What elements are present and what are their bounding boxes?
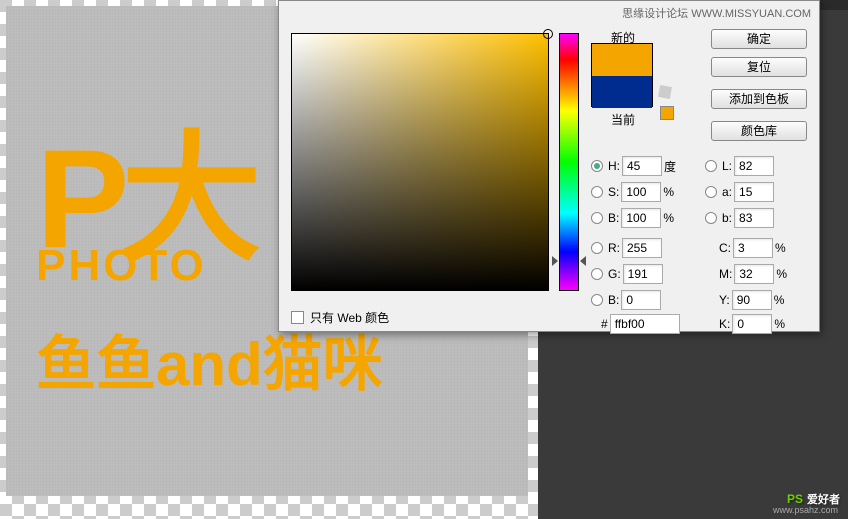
rgb-b-input[interactable]: 0 [621, 290, 661, 310]
a-row: a: 15 [705, 182, 774, 202]
rgb-b-radio[interactable] [591, 294, 603, 306]
current-color-swatch [592, 76, 652, 108]
web-safe-swatch[interactable] [660, 106, 674, 120]
m-unit: % [776, 267, 787, 281]
hue-pointer-left [552, 256, 558, 266]
h-row: H: 45 度 [591, 156, 676, 176]
rgb-b-label: B: [608, 293, 619, 307]
c-input[interactable]: 3 [733, 238, 773, 258]
c-row: C: 3 % [719, 238, 786, 258]
hex-label: # [601, 317, 608, 331]
saturation-value-field[interactable] [291, 33, 549, 291]
c-unit: % [775, 241, 786, 255]
color-preview [591, 43, 653, 107]
wm-logo-text: PS [787, 492, 803, 506]
s-input[interactable]: 100 [621, 182, 661, 202]
b-unit: % [663, 211, 674, 225]
g-row: G: 191 [591, 264, 663, 284]
y-input[interactable]: 90 [732, 290, 772, 310]
watermark-top: 思缘设计论坛 WWW.MISSYUAN.COM [622, 5, 811, 21]
watermark-url: www.psahz.com [773, 505, 838, 515]
l-input[interactable]: 82 [734, 156, 774, 176]
s-unit: % [663, 185, 674, 199]
web-only-row: 只有 Web 颜色 [291, 309, 389, 326]
web-only-checkbox[interactable] [291, 311, 304, 324]
g-label: G: [608, 267, 621, 281]
s-radio[interactable] [591, 186, 603, 198]
b-label: B: [608, 211, 619, 225]
m-row: M: 32 % [719, 264, 787, 284]
b-row: B: 100 % [591, 208, 674, 228]
current-label: 当前 [611, 111, 635, 128]
hue-pointer-right [580, 256, 586, 266]
l-label: L: [722, 159, 732, 173]
lab-b-label: b: [722, 211, 732, 225]
reset-button[interactable]: 复位 [711, 57, 807, 77]
r-input[interactable]: 255 [622, 238, 662, 258]
s-label: S: [608, 185, 619, 199]
h-unit: 度 [664, 158, 676, 175]
rgb-b-row: B: 0 [591, 290, 661, 310]
a-radio[interactable] [705, 186, 717, 198]
g-radio[interactable] [591, 268, 603, 280]
color-picker-dialog: 新的 当前 确定 复位 添加到色板 颜色库 H: 45 度 S: 100 % B… [278, 0, 820, 332]
k-unit: % [774, 317, 785, 331]
cube-icon[interactable] [658, 85, 672, 99]
r-radio[interactable] [591, 242, 603, 254]
h-radio[interactable] [591, 160, 603, 172]
hue-slider[interactable] [559, 33, 579, 291]
y-label: Y: [719, 293, 730, 307]
canvas-text-2: PHOTO [36, 241, 207, 291]
web-only-label: 只有 Web 颜色 [310, 309, 389, 326]
b-radio[interactable] [591, 212, 603, 224]
y-unit: % [774, 293, 785, 307]
b-input[interactable]: 100 [621, 208, 661, 228]
lab-b-row: b: 83 [705, 208, 774, 228]
r-row: R: 255 [591, 238, 662, 258]
new-color-swatch [592, 44, 652, 76]
m-input[interactable]: 32 [734, 264, 774, 284]
k-input[interactable]: 0 [732, 314, 772, 334]
ok-button[interactable]: 确定 [711, 29, 807, 49]
l-radio[interactable] [705, 160, 717, 172]
color-lib-button[interactable]: 颜色库 [711, 121, 807, 141]
c-label: C: [719, 241, 731, 255]
m-label: M: [719, 267, 732, 281]
h-label: H: [608, 159, 620, 173]
g-input[interactable]: 191 [623, 264, 663, 284]
sv-marker[interactable] [543, 29, 553, 39]
lab-b-radio[interactable] [705, 212, 717, 224]
a-input[interactable]: 15 [734, 182, 774, 202]
k-row: K: 0 % [719, 314, 785, 334]
hex-input[interactable]: ffbf00 [610, 314, 680, 334]
s-row: S: 100 % [591, 182, 674, 202]
hex-row: # ffbf00 [601, 314, 680, 334]
y-row: Y: 90 % [719, 290, 784, 310]
l-row: L: 82 [705, 156, 774, 176]
r-label: R: [608, 241, 620, 255]
k-label: K: [719, 317, 730, 331]
a-label: a: [722, 185, 732, 199]
add-swatch-button[interactable]: 添加到色板 [711, 89, 807, 109]
h-input[interactable]: 45 [622, 156, 662, 176]
lab-b-input[interactable]: 83 [734, 208, 774, 228]
